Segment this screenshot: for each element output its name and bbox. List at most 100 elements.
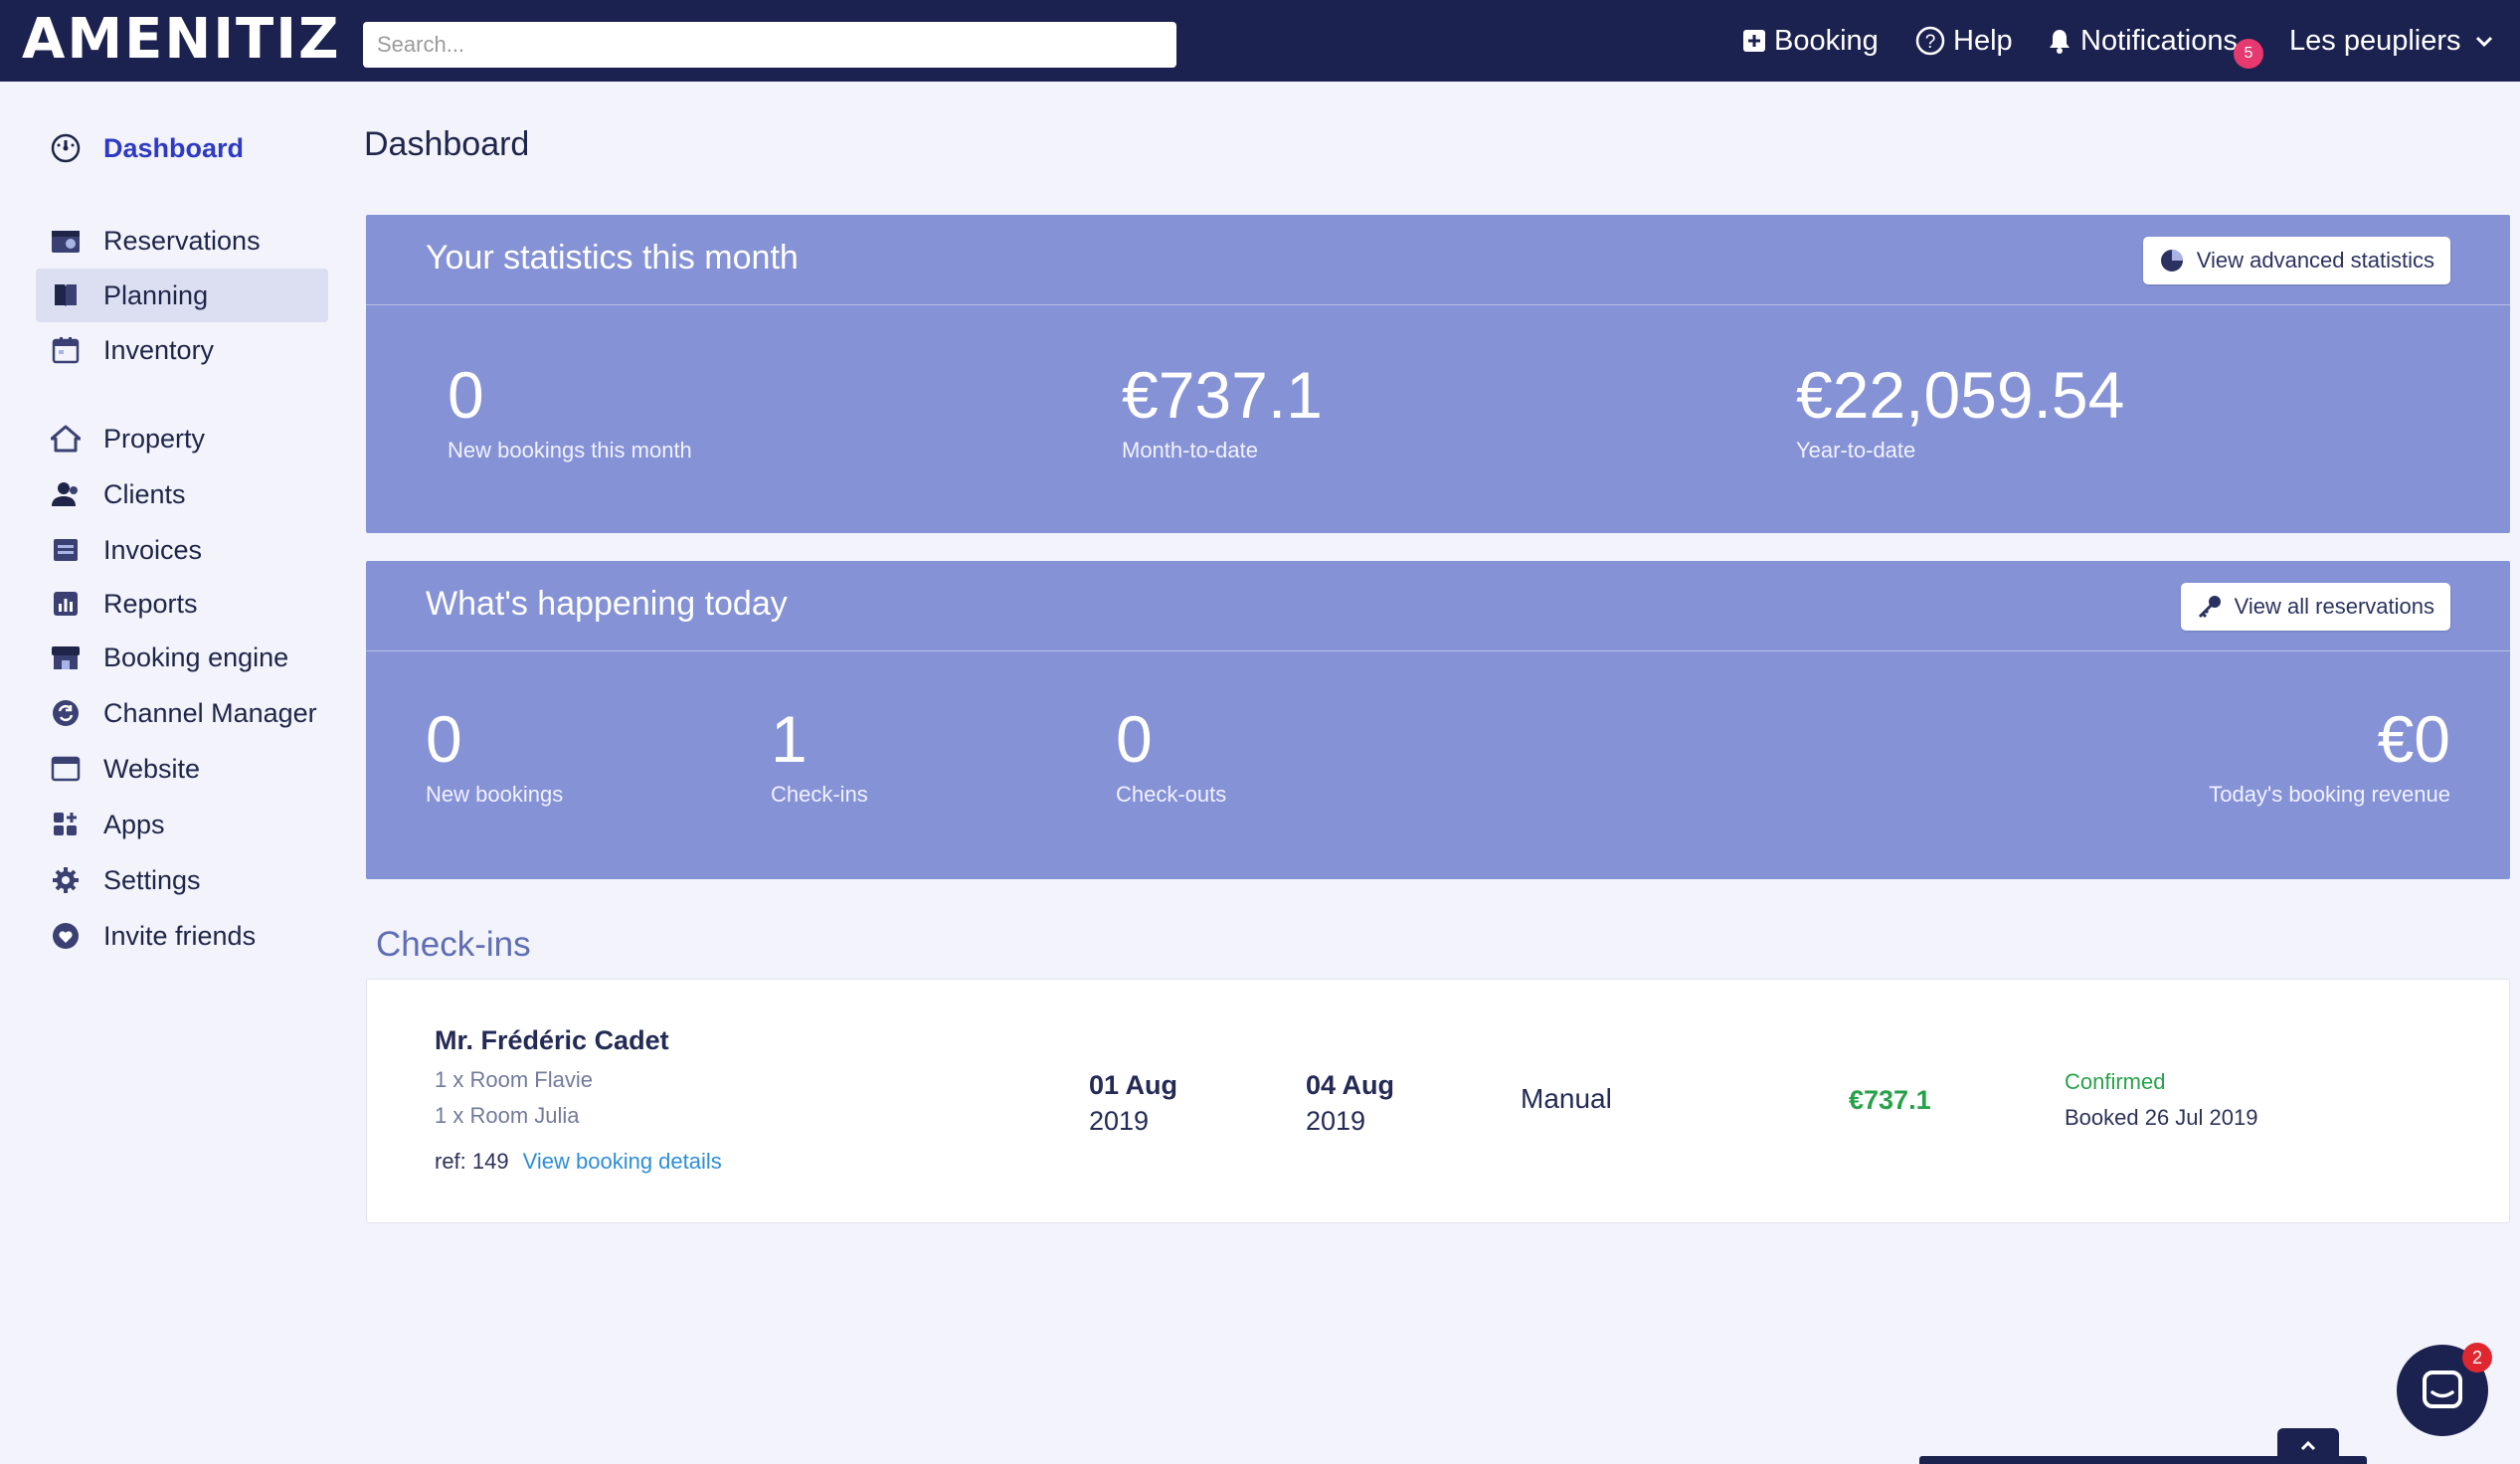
button-label: View all reservations	[2234, 594, 2434, 619]
home-icon	[50, 423, 82, 455]
stat-todays-revenue: €0 Today's booking revenue	[2209, 704, 2450, 808]
reference-number: ref: 149	[435, 1149, 509, 1174]
stat-label: Year-to-date	[1796, 438, 1916, 462]
key-icon	[2198, 596, 2221, 619]
stat-label: Check-outs	[1116, 782, 1227, 807]
stat-label: Check-ins	[771, 782, 868, 807]
apps-grid-icon	[50, 809, 82, 840]
new-booking-button[interactable]: Booking	[1742, 0, 1879, 82]
sidebar-item-apps[interactable]: Apps	[36, 798, 328, 851]
stat-check-ins: 1 Check-ins	[771, 704, 868, 808]
stat-new-bookings-today: 0 New bookings	[426, 704, 563, 808]
panel-title: What's happening today	[426, 585, 788, 623]
guest-name: Mr. Frédéric Cadet	[435, 1025, 669, 1055]
stat-month-to-date: €737.1 Month-to-date	[1122, 360, 1323, 463]
booking-amount: €737.1	[1849, 1085, 1931, 1115]
sidebar-item-label: Planning	[103, 279, 209, 310]
sidebar-item-label: Invoices	[103, 534, 203, 565]
stat-value: 0	[426, 702, 462, 776]
happening-today-panel: What's happening today View all reservat…	[366, 561, 2510, 879]
sidebar-item-property[interactable]: Property	[36, 412, 328, 465]
sidebar-item-label: Reservations	[103, 225, 261, 256]
departure-year: 2019	[1306, 1106, 1366, 1136]
stat-label: Today's booking revenue	[2209, 782, 2450, 807]
sidebar-item-clients[interactable]: Clients	[36, 467, 328, 521]
panel-title: Your statistics this month	[426, 239, 799, 276]
chat-unread-badge: 2	[2462, 1343, 2492, 1372]
view-advanced-statistics-button[interactable]: View advanced statistics	[2142, 237, 2450, 284]
invoice-icon	[50, 534, 82, 566]
sidebar-item-label: Settings	[103, 864, 201, 895]
heart-icon	[50, 920, 82, 952]
bell-icon	[2050, 30, 2070, 54]
sidebar-item-label: Clients	[103, 478, 186, 509]
stat-value: 0	[448, 358, 484, 432]
sync-icon	[50, 697, 82, 729]
stat-new-bookings-month: 0 New bookings this month	[448, 360, 692, 463]
notifications-count-badge: 5	[2233, 38, 2263, 69]
departure-day: 04 Aug	[1306, 1070, 1395, 1100]
booking-label: Booking	[1774, 24, 1879, 57]
sidebar-item-label: Inventory	[103, 334, 215, 365]
stat-label: New bookings	[426, 782, 564, 807]
top-navigation-bar: AMENITIZ Booking ? Help Notifications 5 …	[0, 0, 2520, 82]
pie-chart-icon	[2160, 250, 2183, 272]
dashboard-gauge-icon	[50, 132, 82, 164]
monthly-statistics-panel: Your statistics this month View advanced…	[366, 215, 2510, 533]
button-label: View advanced statistics	[2196, 248, 2434, 273]
sidebar-item-inventory[interactable]: Inventory	[36, 323, 328, 377]
search-input[interactable]	[363, 22, 1176, 68]
stat-label: New bookings this month	[448, 438, 692, 462]
sidebar-item-label: Channel Manager	[103, 697, 317, 728]
sidebar-item-label: Reports	[103, 588, 198, 619]
sidebar-item-dashboard[interactable]: Dashboard	[36, 121, 328, 175]
help-label: Help	[1953, 24, 2013, 57]
view-all-reservations-button[interactable]: View all reservations	[2180, 583, 2450, 631]
view-booking-details-link[interactable]: View booking details	[523, 1149, 722, 1174]
chat-launcher-button[interactable]: 2	[2397, 1343, 2492, 1436]
arrival-year: 2019	[1089, 1106, 1150, 1136]
sidebar-item-reservations[interactable]: Reservations	[36, 214, 328, 268]
checkins-section-title: Check-ins	[376, 925, 531, 964]
browser-window-icon	[50, 753, 82, 785]
stat-value: €737.1	[1122, 358, 1323, 432]
help-circle-icon: ?	[1915, 26, 1945, 56]
booking-status: Confirmed	[2065, 1069, 2166, 1094]
sidebar-item-label: Property	[103, 423, 206, 454]
room-line: 1 x Room Julia	[435, 1103, 580, 1128]
sidebar-item-website[interactable]: Website	[36, 742, 328, 796]
sidebar-item-channel-manager[interactable]: Channel Manager	[36, 686, 328, 740]
stat-check-outs: 0 Check-outs	[1116, 704, 1226, 808]
property-switcher-dropdown[interactable]: Les peupliers	[2289, 0, 2495, 82]
sidebar-item-label: Apps	[103, 809, 165, 839]
notifications-button[interactable]: Notifications 5	[2047, 0, 2263, 82]
sidebar-item-reports[interactable]: Reports	[36, 577, 328, 631]
property-name: Les peupliers	[2289, 24, 2461, 57]
page-title: Dashboard	[364, 125, 530, 163]
help-button[interactable]: ? Help	[1915, 0, 2013, 82]
stat-value: 1	[771, 702, 808, 776]
stat-value: €22,059.54	[1796, 358, 2125, 432]
svg-text:?: ?	[1925, 32, 1936, 53]
chevron-up-icon	[2300, 1440, 2316, 1451]
amenitiz-logo[interactable]: AMENITIZ	[22, 10, 341, 70]
arrival-day: 01 Aug	[1089, 1070, 1178, 1100]
reservations-icon	[50, 225, 82, 257]
sidebar-item-planning[interactable]: Planning	[36, 269, 328, 322]
sidebar-item-label: Booking engine	[103, 641, 289, 672]
gear-icon	[50, 864, 82, 896]
notifications-label: Notifications	[2080, 24, 2238, 57]
users-icon	[50, 478, 82, 510]
sidebar-item-invite-friends[interactable]: Invite friends	[36, 909, 328, 963]
sidebar-item-label: Dashboard	[103, 132, 245, 163]
sidebar-item-booking-engine[interactable]: Booking engine	[36, 631, 328, 684]
panel-header: What's happening today View all reservat…	[366, 561, 2510, 651]
booking-reference: ref: 149 View booking details	[435, 1149, 722, 1175]
booked-date: Booked 26 Jul 2019	[2065, 1105, 2258, 1130]
sidebar-item-settings[interactable]: Settings	[36, 853, 328, 907]
bottom-drawer-edge	[1919, 1456, 2367, 1464]
reports-chart-icon	[50, 588, 82, 620]
sidebar-item-label: Website	[103, 753, 201, 784]
chat-bubble-icon	[2423, 1371, 2462, 1408]
sidebar-item-invoices[interactable]: Invoices	[36, 523, 328, 577]
